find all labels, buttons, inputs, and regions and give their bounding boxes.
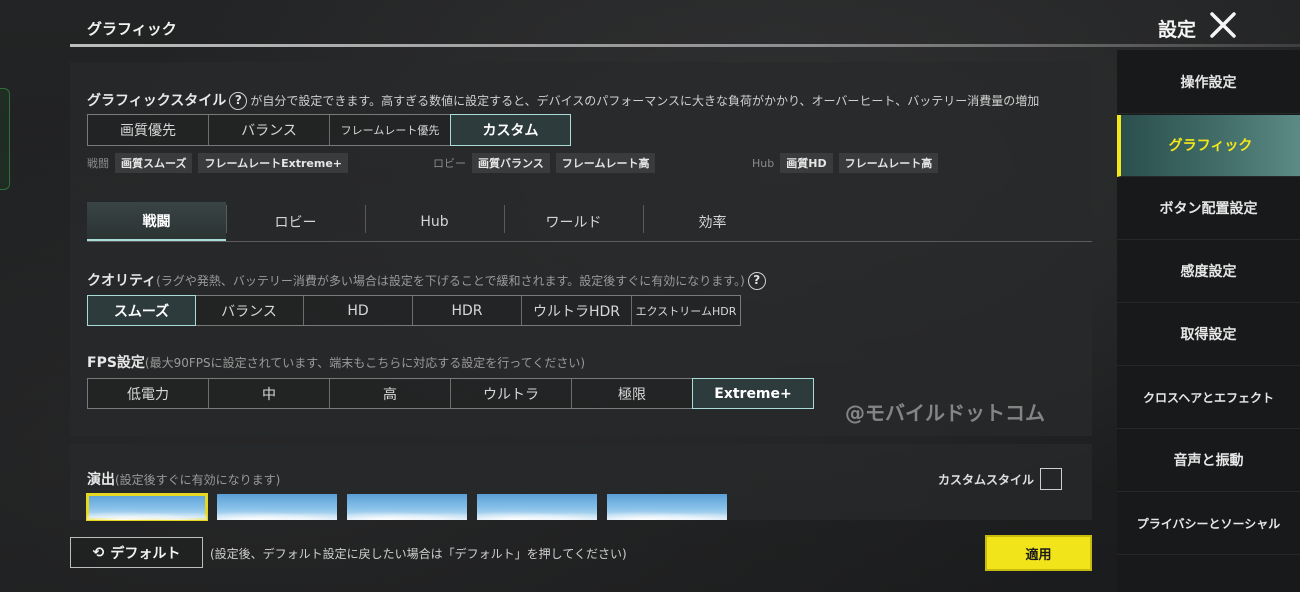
quality-selector: スムーズ バランス HD HDR ウルトラHDR エクストリームHDR bbox=[87, 295, 741, 326]
header-divider bbox=[70, 44, 1300, 47]
effect-thumbnail[interactable] bbox=[607, 494, 727, 520]
tab-efficiency[interactable]: 効率 bbox=[643, 202, 782, 241]
effects-thumbnails bbox=[86, 493, 727, 521]
apply-button[interactable]: 適用 bbox=[985, 535, 1092, 571]
mode-tabs: 戦闘 ロビー Hub ワールド 効率 bbox=[87, 202, 1092, 242]
graphic-style-description: が自分で設定できます。高すぎる数値に設定すると、デバイスのパフォーマンスに大きな… bbox=[250, 94, 1040, 108]
undo-icon: ⟲ bbox=[92, 544, 105, 561]
tab-hub[interactable]: Hub bbox=[365, 202, 504, 241]
quality-hint: (ラグや発熱、バッテリー消費が多い場合は設定を下げることで緩和されます。設定後す… bbox=[156, 274, 745, 288]
preset-chip: フレームレートExtreme+ bbox=[198, 153, 349, 173]
watermark: @モバイルドットコム bbox=[845, 401, 1045, 425]
fps-option-low[interactable]: 低電力 bbox=[88, 379, 209, 408]
graphic-style-row: グラフィックスタイル? が自分で設定できます。高すぎる数値に設定すると、デバイスの… bbox=[87, 90, 1039, 110]
fps-option-medium[interactable]: 中 bbox=[209, 379, 330, 408]
fps-option-extreme[interactable]: 極限 bbox=[572, 379, 693, 408]
graphic-style-option-custom[interactable]: カスタム bbox=[450, 114, 571, 146]
default-hint: (設定後、デフォルト設定に戻したい場合は「デフォルト」を押してください) bbox=[210, 547, 627, 561]
effect-thumbnail[interactable] bbox=[347, 494, 467, 520]
preset-chip: フレームレート高 bbox=[555, 153, 656, 173]
settings-sidebar: 操作設定 グラフィック ボタン配置設定 感度設定 取得設定 クロスヘアとエフェク… bbox=[1117, 50, 1300, 592]
custom-style-toggle: カスタムスタイル bbox=[938, 468, 1063, 490]
quality-label: クオリティ bbox=[87, 273, 157, 289]
graphic-style-option-quality[interactable]: 画質優先 bbox=[88, 115, 209, 145]
page-title: グラフィック bbox=[87, 20, 177, 38]
sidebar-item-pickup[interactable]: 取得設定 bbox=[1117, 304, 1300, 366]
effects-hint: (設定後すぐに有効になります) bbox=[115, 473, 281, 487]
preset-hub-label: Hub bbox=[752, 156, 775, 170]
preset-hub: Hub 画質HD フレームレート高 bbox=[752, 153, 939, 173]
preset-battle: 戦闘 画質スムーズ フレームレートExtreme+ bbox=[87, 153, 349, 173]
quality-option-balance[interactable]: バランス bbox=[195, 296, 304, 325]
quality-option-extreme-hdr[interactable]: エクストリームHDR bbox=[632, 296, 740, 325]
quality-option-hdr[interactable]: HDR bbox=[413, 296, 522, 325]
quality-option-hd[interactable]: HD bbox=[304, 296, 413, 325]
graphic-style-label: グラフィックスタイル bbox=[87, 93, 227, 109]
preset-chip: フレームレート高 bbox=[838, 153, 939, 173]
quality-option-ultra-hdr[interactable]: ウルトラHDR bbox=[522, 296, 632, 325]
close-icon bbox=[1210, 12, 1236, 38]
custom-style-label: カスタムスタイル bbox=[938, 472, 1035, 487]
default-button-label: デフォルト bbox=[110, 545, 181, 562]
fps-row: FPS設定(最大90FPSに設定されています、端末もこちらに対応する設定を行って… bbox=[87, 352, 585, 372]
quality-row: クオリティ(ラグや発熱、バッテリー消費が多い場合は設定を下げることで緩和されます… bbox=[87, 270, 769, 290]
sidebar-item-controls[interactable]: 操作設定 bbox=[1117, 52, 1300, 114]
side-drawer-handle[interactable] bbox=[0, 88, 10, 190]
effects-label: 演出 bbox=[87, 472, 115, 488]
sidebar-item-audio[interactable]: 音声と振動 bbox=[1117, 430, 1300, 492]
fps-option-extreme-plus[interactable]: Extreme+ bbox=[692, 378, 814, 409]
fps-option-high[interactable]: 高 bbox=[330, 379, 451, 408]
fps-label: FPS設定 bbox=[87, 355, 145, 371]
effect-thumbnail[interactable] bbox=[86, 493, 208, 521]
graphic-style-option-balance[interactable]: バランス bbox=[209, 115, 330, 145]
quality-option-smooth[interactable]: スムーズ bbox=[87, 295, 196, 326]
graphic-style-selector: 画質優先 バランス フレームレート優先 カスタム bbox=[87, 114, 571, 146]
fps-hint: (最大90FPSに設定されています、端末もこちらに対応する設定を行ってください) bbox=[144, 356, 586, 370]
preset-chip: 画質スムーズ bbox=[115, 153, 193, 173]
settings-title: 設定 bbox=[1158, 19, 1197, 41]
custom-style-checkbox[interactable] bbox=[1040, 468, 1063, 490]
help-icon[interactable]: ? bbox=[747, 272, 766, 290]
effects-row: 演出(設定後すぐに有効になります) bbox=[87, 469, 280, 489]
default-button[interactable]: ⟲ デフォルト bbox=[70, 537, 203, 568]
tab-world[interactable]: ワールド bbox=[504, 202, 643, 241]
close-button[interactable] bbox=[1208, 10, 1238, 40]
fps-option-ultra[interactable]: ウルトラ bbox=[451, 379, 572, 408]
tab-lobby[interactable]: ロビー bbox=[226, 202, 365, 241]
effect-thumbnail[interactable] bbox=[477, 494, 597, 520]
preset-chip: 画質バランス bbox=[472, 153, 550, 173]
help-icon[interactable]: ? bbox=[229, 92, 248, 110]
sidebar-item-button-layout[interactable]: ボタン配置設定 bbox=[1117, 178, 1300, 240]
preset-lobby: ロビー 画質バランス フレームレート高 bbox=[433, 153, 656, 173]
graphic-style-option-framerate[interactable]: フレームレート優先 bbox=[330, 115, 451, 145]
sidebar-item-privacy[interactable]: プライバシーとソーシャル bbox=[1117, 493, 1300, 555]
preset-lobby-label: ロビー bbox=[433, 157, 466, 170]
sidebar-item-sensitivity[interactable]: 感度設定 bbox=[1117, 241, 1300, 303]
tab-battle[interactable]: 戦闘 bbox=[87, 202, 226, 241]
sidebar-item-crosshair[interactable]: クロスヘアとエフェクト bbox=[1117, 367, 1300, 429]
preset-battle-label: 戦闘 bbox=[87, 157, 109, 170]
preset-chip: 画質HD bbox=[780, 153, 833, 173]
fps-selector: 低電力 中 高 ウルトラ 極限 Extreme+ bbox=[87, 378, 814, 409]
effect-thumbnail[interactable] bbox=[217, 494, 337, 520]
sidebar-item-graphics[interactable]: グラフィック bbox=[1117, 115, 1300, 177]
